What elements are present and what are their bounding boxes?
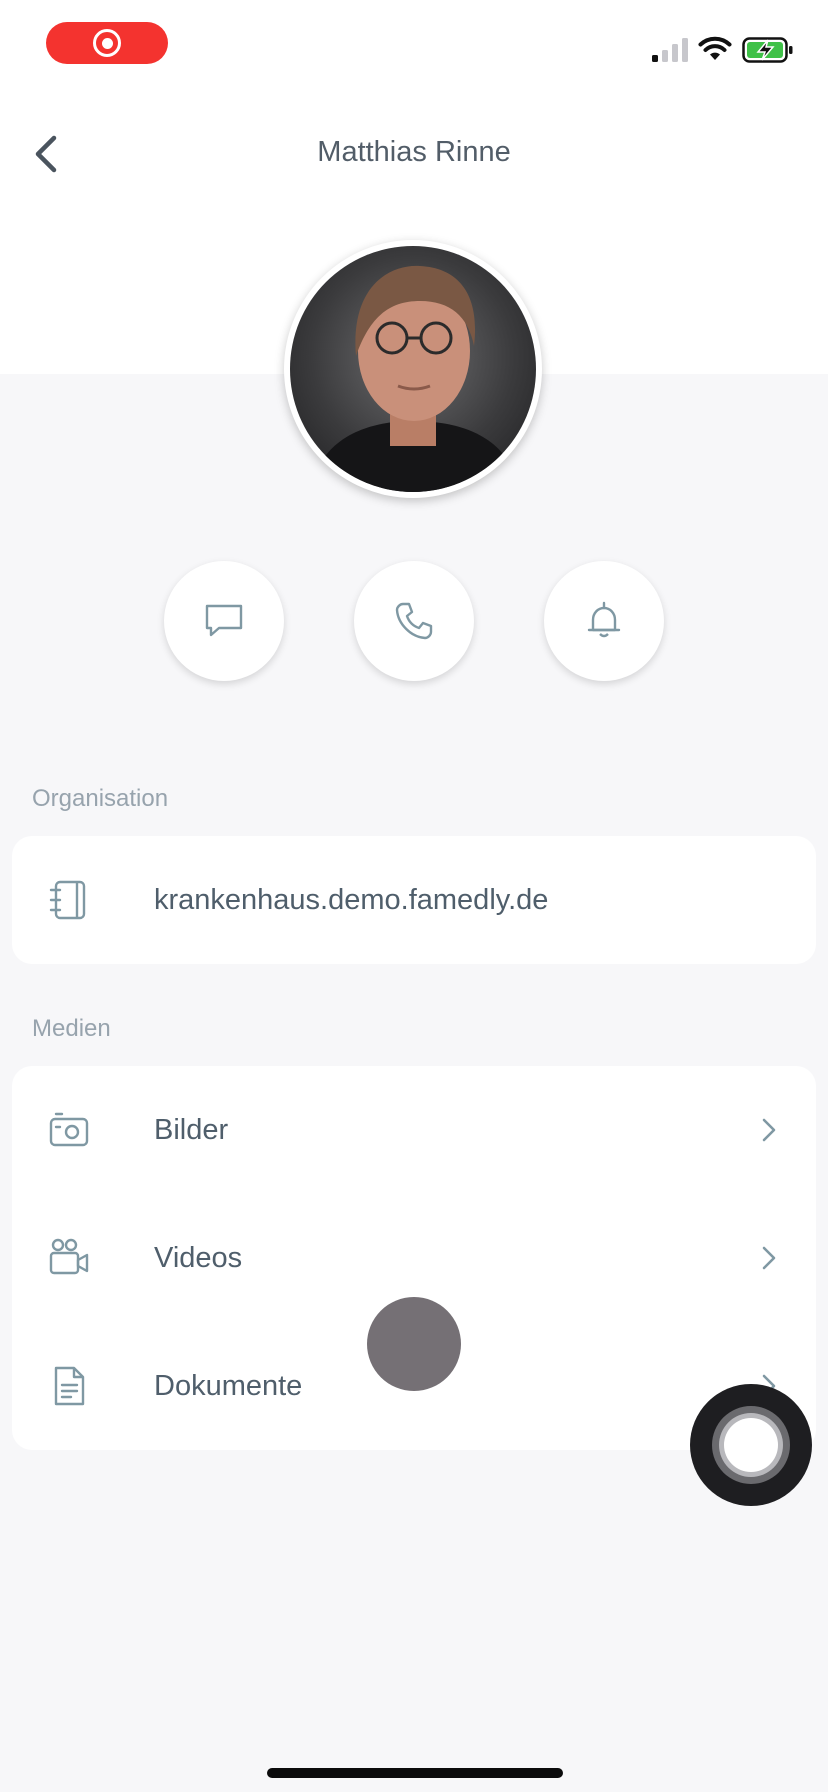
cellular-signal-icon [652,38,688,62]
assistive-touch-ring [719,1413,783,1477]
media-item-label: Bilder [154,1113,229,1146]
chevron-right-icon [762,1118,776,1142]
section-label-media: Medien [32,1015,111,1042]
page-title: Matthias Rinne [317,136,511,168]
document-icon [54,1366,85,1406]
chat-bubble-icon [205,604,243,637]
media-card: Bilder Videos Dokumente [12,1066,816,1450]
organisation-server: krankenhaus.demo.famedly.de [154,883,549,916]
wifi-icon [698,36,732,60]
media-item-images[interactable]: Bilder [12,1066,816,1194]
camera-icon [49,1112,89,1147]
video-camera-icon [49,1238,89,1275]
notifications-button[interactable] [544,561,664,681]
avatar[interactable] [290,246,536,492]
record-icon [93,29,121,57]
organisation-row[interactable]: krankenhaus.demo.famedly.de [12,836,816,964]
assistive-touch-core [724,1418,778,1472]
call-button[interactable] [354,561,474,681]
user-photo [310,265,520,492]
home-indicator[interactable] [267,1768,563,1778]
organisation-card: krankenhaus.demo.famedly.de [12,836,816,964]
touch-indicator [367,1297,461,1391]
screen-recording-indicator[interactable] [46,22,168,64]
assistive-touch-button[interactable] [690,1384,812,1506]
status-bar [0,0,828,100]
assistive-touch-icon [712,1406,790,1484]
battery-charging-icon [742,37,793,63]
chevron-right-icon [762,1246,776,1270]
section-label-organisation: Organisation [32,785,169,812]
notebook-icon [49,880,86,920]
media-item-label: Dokumente [154,1369,303,1402]
phone-icon [395,602,433,640]
avatar-frame [284,240,542,498]
navigation-header: Matthias Rinne [0,100,828,204]
media-item-label: Videos [154,1241,243,1274]
bell-icon [587,601,621,638]
message-button[interactable] [164,561,284,681]
